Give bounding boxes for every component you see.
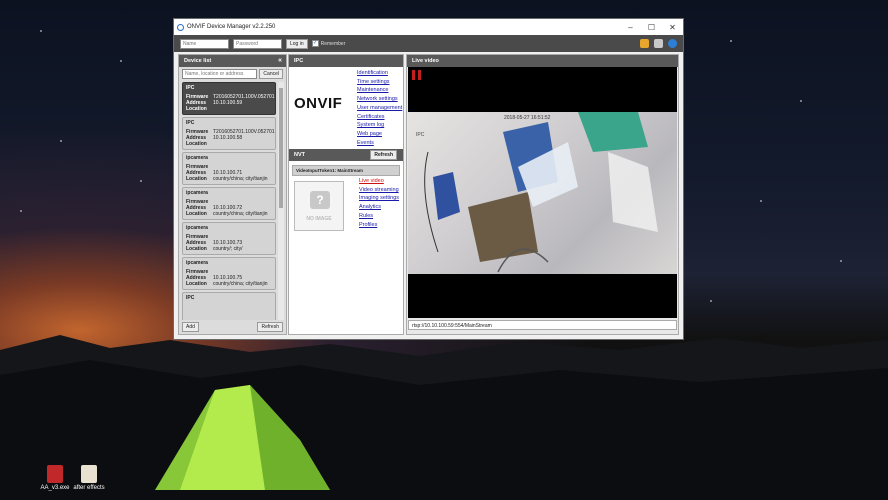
link-network-settings[interactable]: Network settings — [357, 95, 402, 104]
login-bar: Log in ✓ Remember — [174, 35, 683, 52]
remember-checkbox[interactable]: ✓ — [311, 40, 319, 47]
mountain-landscape — [0, 335, 888, 500]
tools-icon[interactable] — [654, 39, 663, 48]
device-list: IPC Firmware T2016052701.100V.052701 Addr… — [182, 82, 276, 320]
device-item[interactable]: ipcamera Firmware Address 10.10.100.75 Lo… — [182, 257, 276, 290]
link-imaging-settings[interactable]: Imaging settings — [359, 194, 399, 203]
device-list-header: Device list « — [179, 55, 286, 67]
link-video-streaming[interactable]: Video streaming — [359, 186, 399, 195]
onvif-logo: ONVIF — [294, 95, 343, 112]
onvif-window: ONVIF Device Manager v2.2.250 – ☐ ✕ Log … — [173, 18, 684, 340]
device-item[interactable]: ipcamera Firmware Address 10.10.100.71 Lo… — [182, 152, 276, 185]
device-item[interactable]: IPC Firmware T2016052701.100V.052701 Addr… — [182, 82, 276, 115]
video-timestamp: 2018-05-27 16:51:52 — [504, 115, 551, 121]
device-item[interactable]: ipcamera Firmware Address 10.10.100.72 Lo… — [182, 187, 276, 220]
link-identification[interactable]: Identification — [357, 69, 402, 78]
device-item[interactable]: ipcamera Firmware Address 10.10.100.73 Lo… — [182, 222, 276, 255]
collapse-icon[interactable]: « — [278, 55, 282, 67]
nvt-section: NVT Refresh VideoInputToken1: MainStream — [289, 149, 403, 176]
link-time-settings[interactable]: Time settings — [357, 78, 402, 87]
device-item[interactable]: IPC Firmware T2016052701.100V.052701 Addr… — [182, 117, 276, 150]
file-icon — [81, 465, 97, 483]
video-player[interactable]: 2018-05-27 16:51:52 IPC — [408, 67, 677, 318]
info-icon[interactable] — [668, 39, 677, 48]
video-camera-label: IPC — [416, 132, 425, 138]
password-input[interactable] — [233, 38, 282, 49]
link-maintenance[interactable]: Maintenance — [357, 86, 402, 95]
live-video-header: Live video — [407, 55, 678, 67]
question-icon: ? — [310, 191, 330, 209]
nvt-header: NVT Refresh — [289, 149, 403, 161]
pause-icon[interactable] — [412, 70, 422, 80]
live-video-panel: Live video 2018-05-27 16:51:52 IPC rtsp:… — [406, 54, 679, 335]
minimize-icon[interactable]: – — [620, 23, 641, 32]
login-button[interactable]: Log in — [286, 38, 308, 49]
nvt-links: Live video Video streaming Imaging setti… — [359, 177, 399, 229]
close-icon[interactable]: ✕ — [662, 23, 683, 32]
no-image-thumbnail: ? NO IMAGE — [294, 181, 344, 231]
name-input[interactable] — [180, 38, 229, 49]
device-item[interactable]: IPC — [182, 292, 276, 320]
camera-scene — [424, 112, 658, 273]
stream-url-field[interactable]: rtsp://10.10.100.59:554/MainStream — [408, 320, 677, 330]
device-list-scrollbar[interactable] — [278, 82, 284, 320]
ipc-header: IPC — [289, 55, 403, 67]
link-events[interactable]: Events — [357, 139, 402, 148]
add-device-button[interactable]: Add — [182, 322, 199, 332]
nvt-refresh-button[interactable]: Refresh — [370, 150, 397, 160]
cancel-button[interactable]: Cancel — [259, 69, 283, 79]
link-profiles[interactable]: Profiles — [359, 221, 399, 230]
profile-bar[interactable]: VideoInputToken1: MainStream — [292, 165, 400, 176]
maximize-icon[interactable]: ☐ — [641, 23, 662, 32]
device-search-input[interactable] — [182, 69, 258, 79]
link-web-page[interactable]: Web page — [357, 130, 402, 139]
ipc-links: Identification Time settings Maintenance… — [357, 69, 402, 147]
app-logo-icon — [177, 23, 184, 31]
link-system-log[interactable]: System log — [357, 121, 402, 130]
remember-label: Remember — [320, 40, 346, 47]
link-rules[interactable]: Rules — [359, 212, 399, 221]
link-analytics[interactable]: Analytics — [359, 203, 399, 212]
video-frame: 2018-05-27 16:51:52 IPC — [408, 112, 677, 274]
link-live-video[interactable]: Live video — [359, 177, 399, 186]
link-certificates[interactable]: Certificates — [357, 113, 402, 122]
window-title: ONVIF Device Manager v2.2.250 — [187, 24, 276, 30]
ipc-panel: IPC ONVIF Identification Time settings M… — [288, 54, 404, 335]
link-user-management[interactable]: User management — [357, 104, 402, 113]
app-icon — [47, 465, 63, 483]
title-bar: ONVIF Device Manager v2.2.250 – ☐ ✕ — [174, 19, 683, 35]
refresh-devices-button[interactable]: Refresh — [257, 322, 283, 332]
key-icon[interactable] — [640, 39, 649, 48]
device-list-panel: Device list « Cancel IPC FirmwareT201605… — [178, 54, 287, 335]
desktop-icon-after-effects[interactable]: after effects — [64, 465, 114, 491]
